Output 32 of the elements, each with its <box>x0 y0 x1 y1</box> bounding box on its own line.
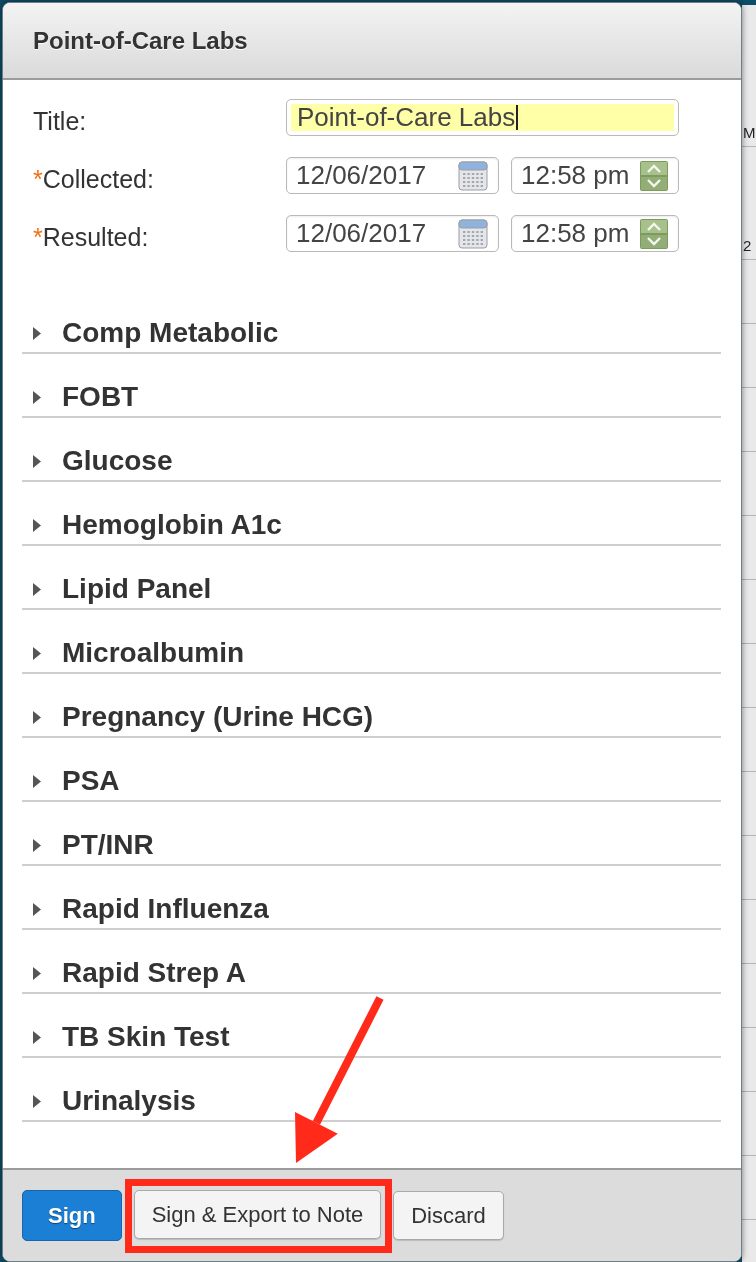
section-header[interactable]: Hemoglobin A1c <box>22 482 721 546</box>
field-label: *Collected: <box>33 164 155 194</box>
stepper-icon[interactable] <box>640 160 668 191</box>
section-header[interactable]: Rapid Influenza <box>22 866 721 930</box>
time-field[interactable]: 12:58 pm <box>511 157 679 194</box>
section-header[interactable]: TB Skin Test <box>22 994 721 1058</box>
section-header[interactable]: Urinalysis <box>22 1058 721 1122</box>
background-text: M <box>743 124 756 141</box>
primary-button[interactable]: Sign <box>22 1190 122 1241</box>
text-cursor-icon <box>516 105 519 130</box>
section-header[interactable]: Lipid Panel <box>22 546 721 610</box>
field-label: *Resulted: <box>33 222 150 252</box>
section-header[interactable]: FOBT <box>22 354 721 418</box>
section-header[interactable]: Pregnancy (Urine HCG) <box>22 674 721 738</box>
section-header[interactable]: Comp Metabolic <box>22 290 721 354</box>
section-header[interactable]: Microalbumin <box>22 610 721 674</box>
calendar-icon[interactable] <box>458 160 488 191</box>
field-label: Title: <box>33 106 88 136</box>
section-header[interactable]: PT/INR <box>22 802 721 866</box>
title-field[interactable]: Point-of-Care Labs <box>286 99 679 136</box>
stepper-icon[interactable] <box>640 218 668 249</box>
calendar-icon[interactable] <box>458 218 488 249</box>
time-field[interactable]: 12:58 pm <box>511 215 679 252</box>
dialog-title: Point-of-Care Labs <box>33 26 248 55</box>
background-text: 2 <box>743 237 752 254</box>
section-header[interactable]: PSA <box>22 738 721 802</box>
date-field[interactable]: 12/06/2017 <box>286 215 499 252</box>
section-header[interactable]: Rapid Strep A <box>22 930 721 994</box>
action-button[interactable]: Sign & Export to Note <box>133 1190 382 1239</box>
date-field[interactable]: 12/06/2017 <box>286 157 499 194</box>
action-button[interactable]: Discard <box>393 1191 504 1240</box>
section-header[interactable]: Glucose <box>22 418 721 482</box>
